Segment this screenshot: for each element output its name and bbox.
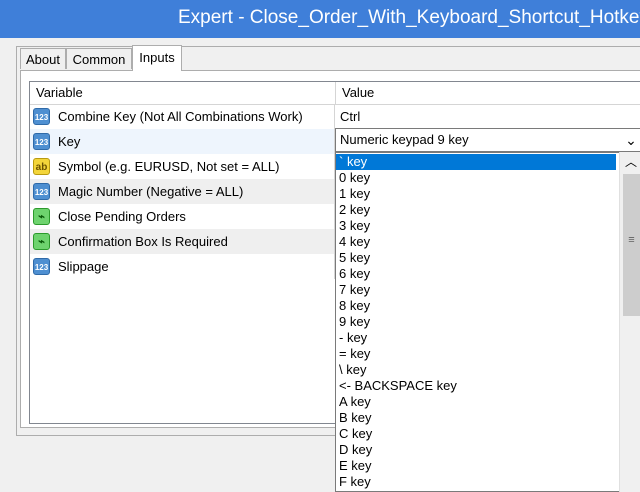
grid-header: Variable Value bbox=[30, 82, 640, 105]
dropdown-option[interactable]: 8 key bbox=[336, 298, 616, 314]
variable-cell: 123 Slippage bbox=[30, 254, 335, 279]
dropdown-option[interactable]: = key bbox=[336, 346, 616, 362]
variable-name: Close Pending Orders bbox=[58, 209, 186, 224]
key-select-value: Numeric keypad 9 key bbox=[340, 132, 469, 147]
chevron-down-icon[interactable]: ⌄ bbox=[624, 132, 638, 148]
scroll-grip-icon: ≡ bbox=[628, 234, 635, 246]
variable-name: Symbol (e.g. EURUSD, Not set = ALL) bbox=[58, 159, 280, 174]
tab-inputs[interactable]: Inputs bbox=[132, 45, 182, 71]
dropdown-option[interactable]: 0 key bbox=[336, 170, 616, 186]
variable-cell: ab Symbol (e.g. EURUSD, Not set = ALL) bbox=[30, 154, 335, 179]
window-title: Expert - Close_Order_With_Keyboard_Short… bbox=[178, 7, 640, 28]
dropdown-option[interactable]: C key bbox=[336, 426, 616, 442]
value-cell[interactable]: Ctrl bbox=[336, 104, 640, 129]
number-icon: 123 bbox=[33, 258, 50, 275]
variable-name: Slippage bbox=[58, 259, 109, 274]
number-icon: 123 bbox=[33, 108, 50, 125]
column-header-variable[interactable]: Variable bbox=[30, 82, 336, 104]
dropdown-option[interactable]: 2 key bbox=[336, 202, 616, 218]
dropdown-option[interactable]: 1 key bbox=[336, 186, 616, 202]
variable-name: Confirmation Box Is Required bbox=[58, 234, 228, 249]
variable-name: Combine Key (Not All Combinations Work) bbox=[58, 109, 303, 124]
dropdown-option[interactable]: 7 key bbox=[336, 282, 616, 298]
dropdown-option[interactable]: B key bbox=[336, 410, 616, 426]
variable-name: Magic Number (Negative = ALL) bbox=[58, 184, 244, 199]
key-dropdown-list[interactable]: ` key 0 key 1 key 2 key 3 key 4 key 5 key 6 key… bbox=[335, 152, 640, 492]
variable-cell: ⌁ Confirmation Box Is Required bbox=[30, 229, 335, 254]
dropdown-option[interactable]: F key bbox=[336, 474, 616, 490]
variable-cell: 123 Magic Number (Negative = ALL) bbox=[30, 179, 335, 204]
tab-about-label: About bbox=[26, 52, 60, 67]
variable-name: Key bbox=[58, 134, 81, 149]
dropdown-scrollbar[interactable]: ︿ ≡ bbox=[619, 152, 640, 492]
scroll-up-arrow-icon[interactable]: ︿ bbox=[620, 152, 640, 172]
dropdown-option[interactable]: 9 key bbox=[336, 314, 616, 330]
variable-cell: 123 Key bbox=[30, 129, 335, 154]
column-header-value[interactable]: Value bbox=[336, 82, 640, 104]
key-select[interactable]: Numeric keypad 9 key ⌄ bbox=[335, 128, 640, 152]
string-icon: ab bbox=[33, 158, 50, 175]
dropdown-option[interactable]: E key bbox=[336, 458, 616, 474]
tab-inputs-label: Inputs bbox=[139, 50, 175, 65]
dropdown-option[interactable]: <- BACKSPACE key bbox=[336, 378, 616, 394]
tab-common-label: Common bbox=[72, 52, 126, 67]
dropdown-option[interactable]: 5 key bbox=[336, 250, 616, 266]
bool-icon: ⌁ bbox=[33, 208, 50, 225]
dropdown-option[interactable]: - key bbox=[336, 330, 616, 346]
variable-cell: 123 Combine Key (Not All Combinations Wo… bbox=[30, 104, 335, 129]
tab-about[interactable]: About bbox=[20, 48, 66, 69]
dropdown-option[interactable]: A key bbox=[336, 394, 616, 410]
number-icon: 123 bbox=[33, 183, 50, 200]
bool-icon: ⌁ bbox=[33, 233, 50, 250]
dropdown-option[interactable]: 6 key bbox=[336, 266, 616, 282]
dropdown-option[interactable]: 4 key bbox=[336, 234, 616, 250]
value-text: Ctrl bbox=[340, 109, 361, 124]
variable-cell: ⌁ Close Pending Orders bbox=[30, 204, 335, 229]
dropdown-option[interactable]: D key bbox=[336, 442, 616, 458]
number-icon: 123 bbox=[33, 133, 50, 150]
dropdown-option[interactable]: ` key bbox=[336, 154, 616, 170]
input-row-combine-key[interactable]: 123 Combine Key (Not All Combinations Wo… bbox=[30, 104, 640, 129]
dropdown-option[interactable]: \ key bbox=[336, 362, 616, 378]
window-titlebar: Expert - Close_Order_With_Keyboard_Short… bbox=[0, 0, 640, 38]
tab-common[interactable]: Common bbox=[66, 48, 132, 69]
dropdown-option[interactable]: 3 key bbox=[336, 218, 616, 234]
scroll-thumb[interactable]: ≡ bbox=[623, 174, 640, 316]
